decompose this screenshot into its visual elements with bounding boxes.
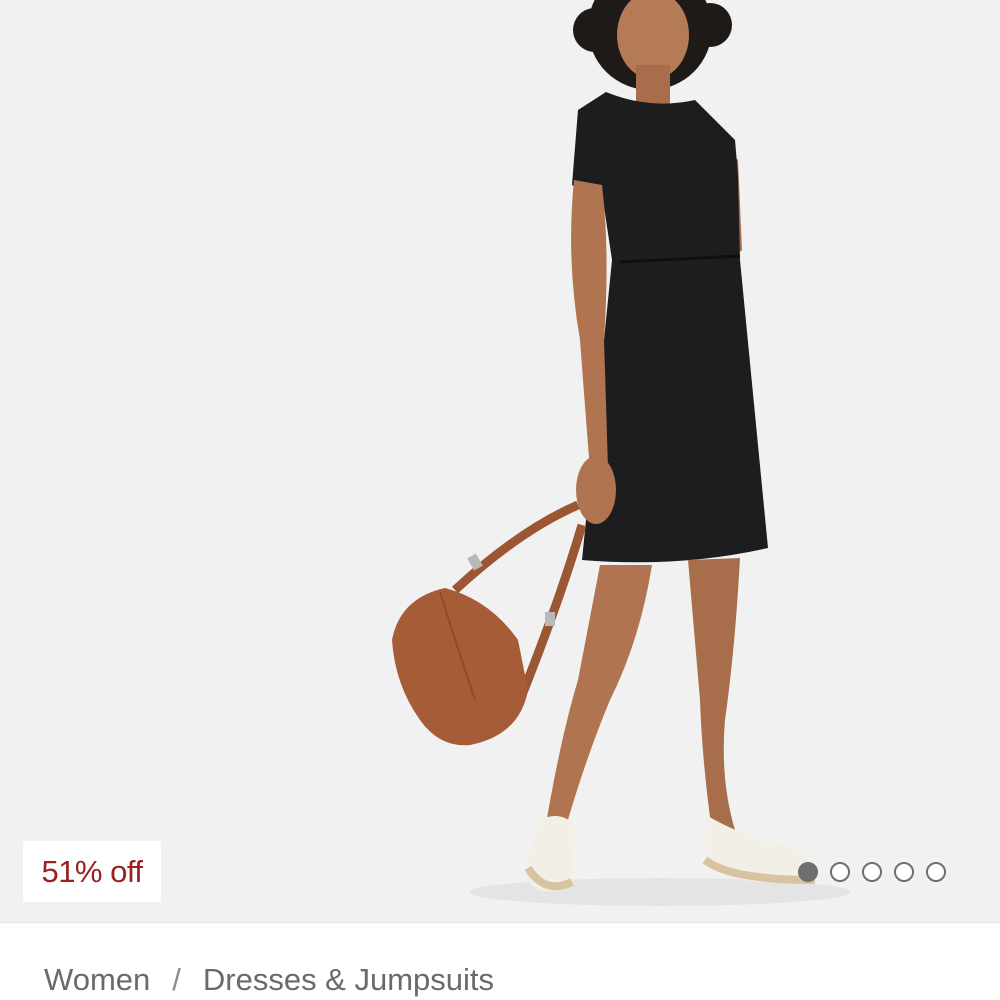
carousel-pagination [798,862,946,882]
discount-badge: 51% off [23,841,161,902]
discount-badge-label: 51% off [41,853,143,889]
divider [0,922,1000,923]
product-photo [392,0,850,906]
product-image-carousel[interactable]: 51% off [0,0,1000,922]
carousel-dot-2[interactable] [830,862,850,882]
breadcrumb-dresses-jumpsuits[interactable]: Dresses & Jumpsuits [203,962,494,998]
breadcrumb: Women / Dresses & Jumpsuits [44,962,494,998]
breadcrumb-women[interactable]: Women [44,962,150,998]
carousel-dot-1[interactable] [798,862,818,882]
carousel-dot-4[interactable] [894,862,914,882]
carousel-dot-5[interactable] [926,862,946,882]
breadcrumb-separator: / [172,962,181,997]
carousel-dot-3[interactable] [862,862,882,882]
